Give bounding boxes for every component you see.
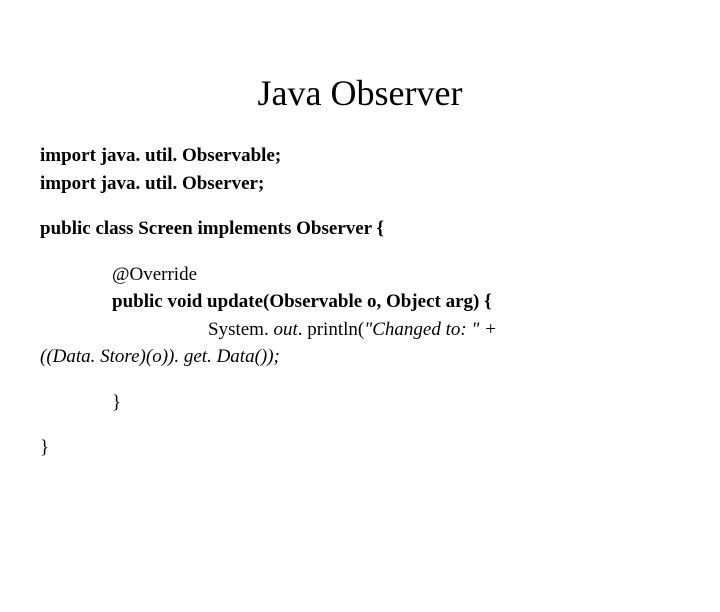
text: . println( <box>298 319 365 340</box>
code-line-method-close: } <box>40 389 680 417</box>
code-line-import-2: import java. util. Observer; <box>40 170 680 198</box>
keyword-import: import <box>40 145 96 166</box>
blank-line <box>40 243 680 261</box>
string-literal: "Changed to: " <box>364 319 479 340</box>
code-line-class-decl: public class Screen implements Observer … <box>40 215 680 243</box>
code-line-println: System. out. println("Changed to: " + <box>40 316 680 344</box>
code-line-import-1: import java. util. Observable; <box>40 142 680 170</box>
slide: Java Observer import java. util. Observa… <box>0 72 720 612</box>
text: java. util. Observable; <box>96 145 281 166</box>
text: java. util. Observer; <box>96 173 264 194</box>
text: + <box>479 319 497 340</box>
blank-line <box>40 371 680 389</box>
keyword-import: import <box>40 173 96 194</box>
slide-title: Java Observer <box>0 72 720 114</box>
code-line-override: @Override <box>40 261 680 289</box>
code-line-cast: ((Data. Store)(o)). get. Data()); <box>40 343 680 371</box>
blank-line <box>40 197 680 215</box>
code-line-class-close: } <box>40 434 680 462</box>
code-line-method-sig: public void update(Observable o, Object … <box>40 288 680 316</box>
text: System. <box>208 319 273 340</box>
code-block: import java. util. Observable; import ja… <box>40 142 680 462</box>
identifier-out: out <box>273 319 297 340</box>
blank-line <box>40 416 680 434</box>
